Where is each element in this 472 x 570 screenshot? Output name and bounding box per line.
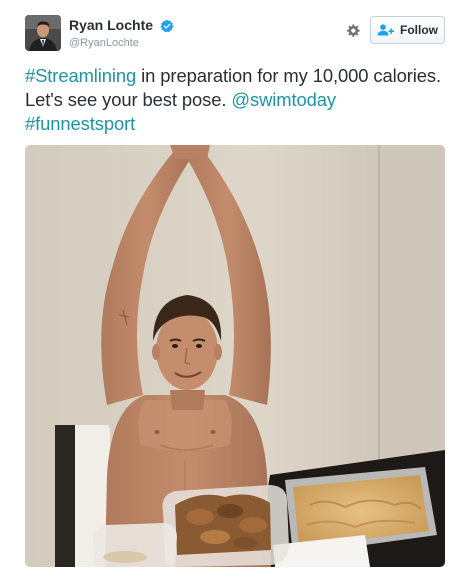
tweet-text: #Streamlining in preparation for my 10,0… bbox=[25, 64, 450, 136]
avatar-image bbox=[25, 15, 61, 51]
add-person-icon bbox=[377, 24, 394, 36]
tweet-card: Ryan Lochte @RyanLochte Follow #Streamli… bbox=[0, 0, 472, 570]
mention-link[interactable]: @swimtoday bbox=[231, 89, 336, 110]
follow-label: Follow bbox=[400, 23, 438, 37]
tweet-photo[interactable] bbox=[25, 145, 445, 567]
hashtag-link[interactable]: #Streamlining bbox=[25, 65, 136, 86]
follow-button[interactable]: Follow bbox=[370, 16, 445, 44]
author-info: Ryan Lochte @RyanLochte bbox=[69, 17, 174, 51]
hashtag-link[interactable]: #funnestsport bbox=[25, 113, 135, 134]
author-handle[interactable]: @RyanLochte bbox=[69, 36, 174, 51]
gear-icon[interactable] bbox=[345, 23, 361, 39]
author-name[interactable]: Ryan Lochte bbox=[69, 17, 153, 34]
verified-badge-icon bbox=[161, 19, 174, 33]
avatar[interactable] bbox=[25, 15, 61, 51]
tweet-header: Ryan Lochte @RyanLochte Follow bbox=[25, 15, 447, 57]
photo-image bbox=[25, 145, 445, 567]
